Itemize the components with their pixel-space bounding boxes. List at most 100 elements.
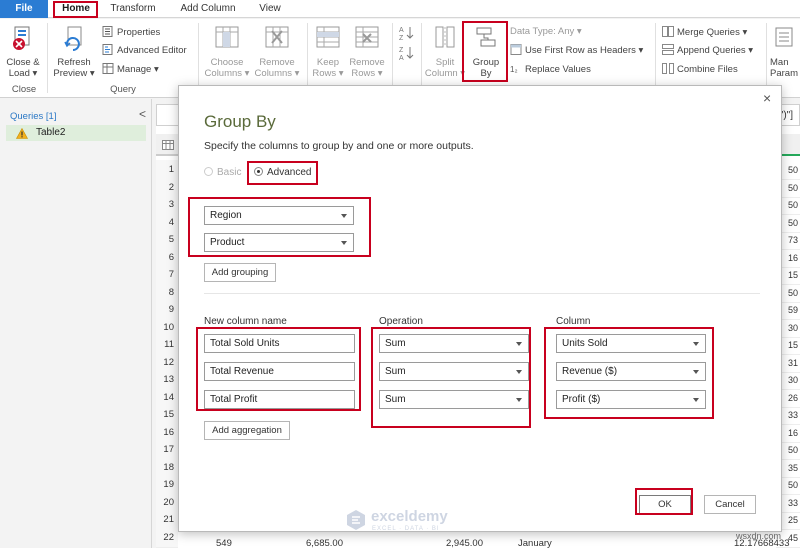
data-type-dropdown[interactable]: Data Type: Any ▾ [510,26,582,38]
append-queries-button[interactable]: Append Queries ▾ [662,44,753,57]
advanced-editor-button[interactable]: Advanced Editor [102,44,187,57]
ribbon-separator [392,23,393,93]
tab-transform[interactable]: Transform [104,0,162,18]
svg-text:1₂: 1₂ [510,65,518,74]
ribbon-separator [198,23,199,93]
watermark-logo: exceldemy EXCEL · DATA · BI [344,506,474,536]
grouping-select-region[interactable]: Region [204,206,354,225]
close-icon[interactable]: × [763,90,771,106]
query-item-label: Table2 [36,127,66,138]
radio-basic[interactable]: Basic [204,167,241,179]
properties-label: Properties [117,27,161,38]
operation-select-value: Sum [385,394,406,405]
ok-button[interactable]: OK [639,495,691,514]
column-select-value: Profit ($) [562,394,601,405]
remove-rows-label-1: Remove [349,57,385,68]
svg-text:Z: Z [399,35,404,41]
choose-columns-icon [215,26,239,48]
column-select[interactable]: Profit ($) [556,390,706,409]
tab-add-column[interactable]: Add Column [172,0,244,18]
group-by-dialog: × Group By Specify the columns to group … [178,85,782,532]
ribbon-separator [766,23,767,93]
operation-select[interactable]: Sum [379,362,529,381]
site-watermark: wsxdn.com [736,531,782,541]
keep-rows-label-1: Keep [316,57,340,68]
tab-file[interactable]: File [0,0,48,18]
queries-pane: Queries [1] < Table2 [0,99,152,548]
merge-queries-button[interactable]: Merge Queries ▾ [662,26,747,39]
manage-parameters-icon [775,27,793,47]
header-new-column-name: New column name [204,316,287,327]
sort-descending-icon[interactable]: Z A [398,45,414,61]
split-column-button[interactable]: Split Column ▾ [424,25,466,79]
split-column-icon [435,26,455,48]
bottom-row-cell: 2,945.00 [446,538,483,548]
choose-columns-label-1: Choose [210,57,244,68]
svg-text:Z: Z [399,47,404,54]
chevron-down-icon [693,342,699,346]
replace-values-label: Replace Values [525,64,591,75]
svg-text:A: A [399,55,404,61]
bottom-row-cell: 6,685.00 [306,538,343,548]
remove-columns-icon [265,26,289,48]
manage-parameters-label-2: Param [770,68,798,79]
add-grouping-button[interactable]: Add grouping [204,263,276,282]
manage-parameters-button[interactable]: Man Param [770,25,800,79]
section-divider [204,293,760,294]
new-column-name-input[interactable]: Total Profit [204,390,355,409]
add-aggregation-button[interactable]: Add aggregation [204,421,290,440]
column-select[interactable]: Units Sold [556,334,706,353]
refresh-preview-button[interactable]: Refresh Preview ▾ [52,25,96,79]
manage-button[interactable]: Manage ▾ [102,63,159,76]
new-column-name-input[interactable]: Total Sold Units [204,334,355,353]
append-queries-icon [662,44,674,55]
radio-basic-label: Basic [217,167,242,178]
keep-rows-button[interactable]: Keep Rows ▾ [310,25,346,79]
merge-queries-icon [662,26,674,37]
group-by-label-2: By [480,68,492,79]
combine-files-label: Combine Files [677,64,738,75]
tab-view[interactable]: View [252,0,288,18]
bottom-row-cell: 549 [216,538,232,548]
collapse-pane-icon[interactable]: < [139,107,146,121]
tab-home[interactable]: Home [54,0,98,18]
sort-ascending-icon[interactable]: A Z [398,25,414,41]
chevron-down-icon [341,241,347,245]
use-first-row-headers-button[interactable]: Use First Row as Headers ▾ [510,44,643,57]
choose-columns-label-2: Columns ▾ [204,68,250,79]
ribbon-separator [307,23,308,93]
advanced-editor-icon [102,44,113,55]
append-queries-label: Append Queries ▾ [677,45,754,56]
exceldemy-logo-icon [347,510,365,530]
split-column-label-2: Column ▾ [424,68,466,79]
radio-advanced[interactable]: Advanced [254,167,311,179]
choose-columns-button[interactable]: Choose Columns ▾ [202,25,252,79]
radio-advanced-indicator [254,167,263,176]
column-select[interactable]: Revenue ($) [556,362,706,381]
remove-rows-label-2: Rows ▾ [351,68,383,79]
replace-values-button[interactable]: 1₂ Replace Values [510,63,591,76]
header-operation: Operation [379,316,423,327]
operation-select[interactable]: Sum [379,334,529,353]
chevron-down-icon [516,342,522,346]
group-query-label: Query [110,84,136,95]
data-type-label: Data Type: Any ▾ [510,26,582,37]
operation-select[interactable]: Sum [379,390,529,409]
row-number[interactable]: 22 [156,527,178,548]
merge-queries-label: Merge Queries ▾ [677,27,748,38]
manage-parameters-label-1: Man [770,57,789,68]
grid-corner[interactable] [156,134,178,156]
new-column-name-input[interactable]: Total Revenue [204,362,355,381]
remove-columns-button[interactable]: Remove Columns ▾ [252,25,302,79]
group-close-label: Close [11,84,37,95]
remove-rows-icon [355,26,379,48]
cancel-button[interactable]: Cancel [704,495,756,514]
group-by-button[interactable]: Group By [466,25,506,79]
query-item-table2[interactable]: Table2 [6,125,146,141]
close-load-button[interactable]: Close & Load ▾ [4,25,42,79]
chevron-down-icon [693,370,699,374]
combine-files-button[interactable]: Combine Files [662,63,738,76]
remove-rows-button[interactable]: Remove Rows ▾ [347,25,387,79]
grouping-select-product[interactable]: Product [204,233,354,252]
properties-button[interactable]: Properties [102,26,160,39]
